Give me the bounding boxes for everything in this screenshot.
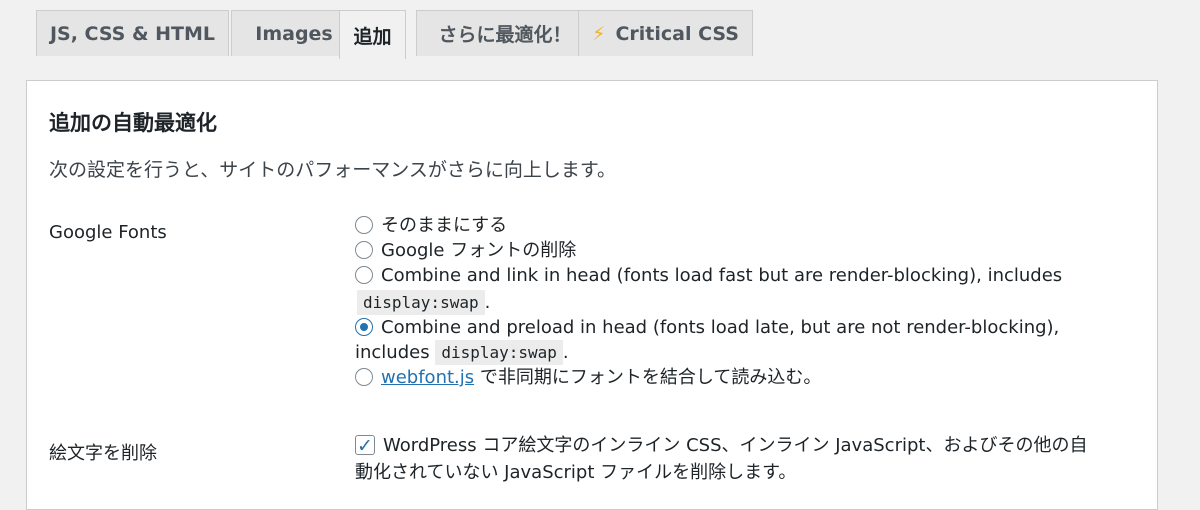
tab-critical-css[interactable]: ⚡ Critical CSS (578, 10, 753, 56)
google-fonts-options: そのままにする Google フォントの削除 Combine and link … (355, 213, 1095, 390)
checkmark-icon: ✓ (357, 435, 373, 457)
radio-button-selected[interactable] (355, 318, 373, 336)
lightning-bolt-icon: ⚡ (592, 22, 606, 45)
remove-emoji-label: 絵文字を削除 (49, 443, 157, 464)
tab-optimize-more[interactable]: さらに最適化！ (416, 10, 594, 56)
tab-label: Images (255, 22, 333, 45)
radio-button[interactable] (355, 368, 373, 386)
google-fonts-label: Google Fonts (49, 222, 167, 243)
tab-label: さらに最適化！ (438, 24, 572, 46)
section-description: 次の設定を行うと、サイトのパフォーマンスがさらに向上します。 (49, 159, 616, 181)
tab-label: Critical CSS (615, 22, 739, 45)
remove-emoji-checkbox[interactable]: ✓ (355, 435, 375, 457)
tab-extra[interactable]: 追加 (339, 10, 406, 59)
google-fonts-option-leave[interactable]: そのままにする (355, 213, 1095, 238)
google-fonts-option-webfont[interactable]: webfont.js で非同期にフォントを結合して読み込む。 (355, 365, 1095, 390)
google-fonts-option-remove[interactable]: Google フォントの削除 (355, 238, 1095, 263)
remove-emoji-option: ✓ WordPress コア絵文字のインライン CSS、インライン JavaScr… (355, 432, 1095, 486)
tab-label: JS, CSS & HTML (49, 22, 216, 45)
remove-emoji-checkbox-row[interactable]: ✓ WordPress コア絵文字のインライン CSS、インライン JavaScr… (355, 432, 1095, 486)
radio-button[interactable] (355, 216, 373, 234)
section-title: 追加の自動最適化 (49, 111, 217, 135)
google-fonts-option-combine-preload[interactable]: Combine and preload in head (fonts load … (355, 315, 1095, 365)
tab-js-css-html[interactable]: JS, CSS & HTML (36, 10, 229, 56)
code-display-swap: display:swap (357, 290, 485, 315)
google-fonts-option-combine-link[interactable]: Combine and link in head (fonts load fas… (355, 263, 1095, 315)
webfont-js-link[interactable]: webfont.js (381, 367, 474, 388)
radio-button[interactable] (355, 241, 373, 259)
settings-panel: 追加の自動最適化 次の設定を行うと、サイトのパフォーマンスがさらに向上します。 … (26, 80, 1158, 510)
tab-label: 追加 (353, 25, 392, 48)
code-display-swap: display:swap (435, 340, 563, 365)
radio-button[interactable] (355, 266, 373, 284)
